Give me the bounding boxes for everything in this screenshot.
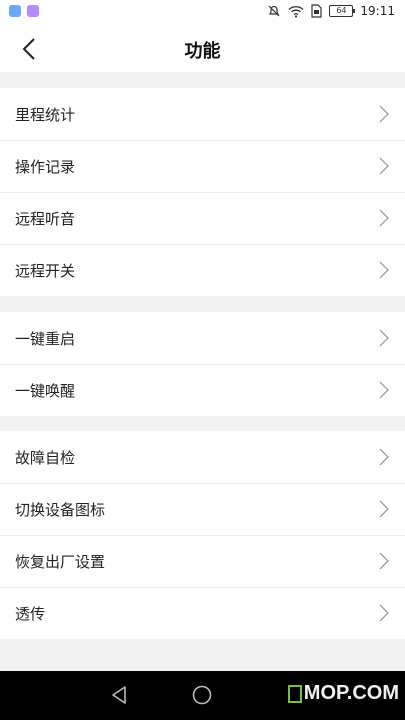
menu-item-label: 里程统计 <box>15 105 76 124</box>
chevron-right-icon <box>379 552 389 570</box>
chevron-right-icon <box>379 209 389 227</box>
menu-item-label: 透传 <box>15 604 46 623</box>
chevron-right-icon <box>379 500 389 518</box>
menu-item-label: 一键唤醒 <box>15 381 76 400</box>
menu-item-switch-device-icon[interactable]: 切换设备图标 <box>0 483 405 535</box>
chevron-right-icon <box>379 329 389 347</box>
menu-item-factory-reset[interactable]: 恢复出厂设置 <box>0 535 405 587</box>
menu-group-2: 一键重启 一键唤醒 <box>0 312 405 416</box>
status-indicators: 64 19:11 <box>267 4 395 18</box>
notification-off-icon <box>268 5 280 17</box>
battery-icon: 64 <box>329 5 356 17</box>
chevron-right-icon <box>379 448 389 466</box>
circle-home-icon[interactable] <box>191 684 213 706</box>
menu-item-one-key-restart[interactable]: 一键重启 <box>0 312 405 364</box>
watermark-logo: MOP.COM <box>287 682 399 705</box>
menu-item-label: 远程开关 <box>15 261 76 280</box>
system-nav-bar: MOP.COM <box>0 671 405 720</box>
page-title: 功能 <box>184 41 221 62</box>
watermark-text: MOP.COM <box>303 682 399 704</box>
app-badge-icon <box>9 5 21 17</box>
menu-item-remote-switch[interactable]: 远程开关 <box>0 244 405 296</box>
chevron-right-icon <box>379 381 389 399</box>
watermark-mark <box>287 684 302 703</box>
menu-group-3: 故障自检 切换设备图标 恢复出厂设置 透传 <box>0 431 405 639</box>
triangle-back-icon[interactable] <box>110 685 128 705</box>
header: 功能 <box>0 25 405 72</box>
chevron-right-icon <box>379 604 389 622</box>
chevron-right-icon <box>379 105 389 123</box>
menu-item-label: 恢复出厂设置 <box>15 552 106 571</box>
menu-item-label: 故障自检 <box>15 448 76 467</box>
sim-card-icon <box>311 4 323 18</box>
status-app-badges <box>9 5 39 17</box>
menu-item-self-check[interactable]: 故障自检 <box>0 431 405 483</box>
wifi-icon <box>288 5 304 18</box>
status-bar: 64 19:11 <box>0 0 405 25</box>
menu-item-label: 一键重启 <box>15 329 76 348</box>
menu-item-operation-log[interactable]: 操作记录 <box>0 140 405 192</box>
menu-group-1: 里程统计 操作记录 远程听音 远程开关 <box>0 88 405 296</box>
menu-item-passthrough[interactable]: 透传 <box>0 587 405 639</box>
status-time: 19:11 <box>360 4 395 18</box>
menu-item-label: 远程听音 <box>15 209 76 228</box>
app-badge-icon <box>27 5 39 17</box>
chevron-right-icon <box>379 157 389 175</box>
menu-item-label: 切换设备图标 <box>15 500 106 519</box>
menu-item-one-key-wake[interactable]: 一键唤醒 <box>0 364 405 416</box>
battery-level: 64 <box>336 6 347 15</box>
menu-item-mileage-stats[interactable]: 里程统计 <box>0 88 405 140</box>
menu-item-remote-listen[interactable]: 远程听音 <box>0 192 405 244</box>
chevron-right-icon <box>379 261 389 279</box>
menu-item-label: 操作记录 <box>15 157 76 176</box>
